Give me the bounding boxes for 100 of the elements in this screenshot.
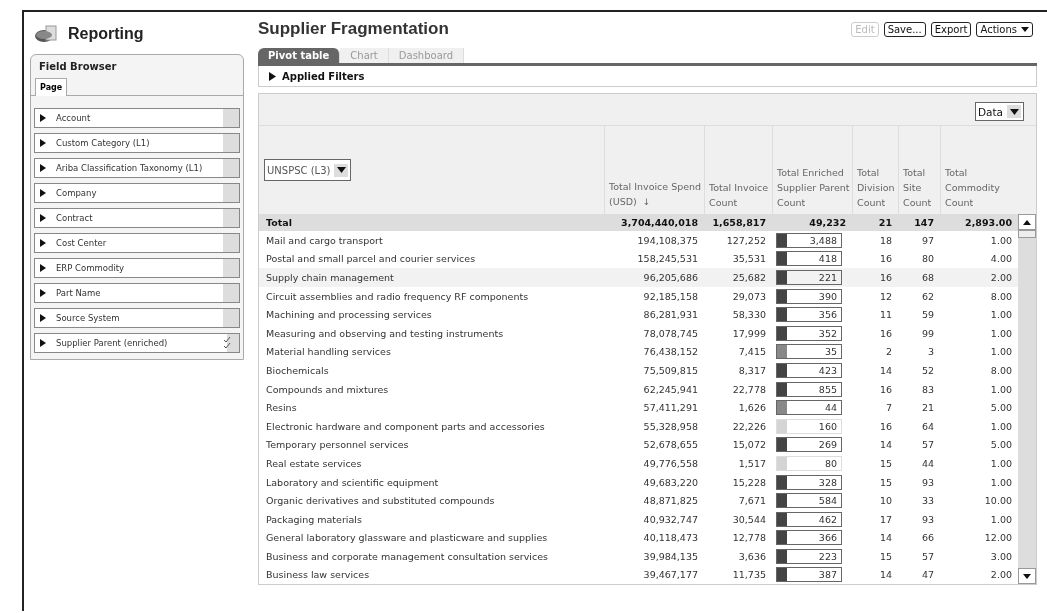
table-row[interactable]: Organic derivatives and substituted compounds 48,871,825 7,671 584 10 33 10.00 <box>259 491 1018 510</box>
column-header[interactable]: Total Site Count <box>903 165 940 210</box>
field-checkbox[interactable] <box>223 234 239 252</box>
row-label[interactable]: General laboratory glassware and plasticware and supplies <box>259 532 604 544</box>
row-label[interactable]: Business law services <box>259 569 604 581</box>
row-label[interactable]: Mail and cargo transport <box>259 234 604 246</box>
table-cell: 14 <box>879 439 892 451</box>
row-label[interactable]: Circuit assemblies and radio frequency RF components <box>259 290 604 302</box>
row-label[interactable]: Biochemicals <box>259 364 604 376</box>
table-cell: 80 <box>921 253 934 265</box>
row-label[interactable]: Organic derivatives and substituted compounds <box>259 495 604 507</box>
toolbar-button[interactable]: Export <box>930 21 972 37</box>
table-row[interactable]: Resins 57,411,291 1,626 44 7 21 5.00 <box>259 398 1018 417</box>
field-checkbox[interactable] <box>223 209 239 227</box>
scroll-up-button[interactable] <box>1018 214 1036 230</box>
field-checkbox[interactable] <box>223 159 239 177</box>
expand-arrow-icon[interactable] <box>40 314 46 322</box>
table-row[interactable]: Material handling services 76,438,152 7,415 35 2 3 1.00 <box>259 342 1018 362</box>
expand-arrow-icon[interactable] <box>40 164 46 172</box>
row-label[interactable]: Packaging materials <box>259 513 604 525</box>
toolbar-button[interactable]: Save... <box>883 21 926 37</box>
table-row[interactable]: Compounds and mixtures 62,245,941 22,778 855 16 83 1.00 <box>259 379 1018 399</box>
scroll-thumb[interactable] <box>1018 230 1036 238</box>
scrollbar[interactable] <box>1018 214 1036 585</box>
row-label[interactable]: Real estate services <box>259 457 604 469</box>
field-item[interactable]: Supplier Parent (enriched) <box>34 333 240 353</box>
row-label[interactable]: Machining and processing services <box>259 309 604 321</box>
field-checkbox[interactable] <box>223 134 239 152</box>
page-tab[interactable]: Page <box>35 78 68 96</box>
table-row[interactable]: Supply chain management 96,205,686 25,682 221 16 68 2.00 <box>259 268 1018 287</box>
expand-arrow-icon[interactable] <box>40 114 46 122</box>
field-item[interactable]: Cost Center <box>34 233 240 253</box>
expand-arrow-icon[interactable] <box>269 71 276 81</box>
table-cell: 62 <box>921 290 934 302</box>
table-cell: 76,438,152 <box>643 346 698 358</box>
table-row[interactable]: Laboratory and scientific equipment 49,683,220 15,228 328 15 93 1.00 <box>259 472 1018 492</box>
table-cell: 22,226 <box>732 420 766 432</box>
table-row[interactable]: Real estate services 49,776,558 1,517 80 15 44 1.00 <box>259 454 1018 473</box>
table-cell-text: 366 <box>817 532 838 544</box>
table-cell: 11 <box>879 309 892 321</box>
field-checkbox[interactable] <box>223 284 239 302</box>
field-label: Account <box>56 113 92 123</box>
expand-arrow-icon[interactable] <box>40 239 46 247</box>
column-header[interactable]: Total Enriched Supplier Parent Count <box>777 165 852 210</box>
field-item[interactable]: Custom Category (L1) <box>34 133 240 153</box>
table-row[interactable]: Mail and cargo transport 194,108,375 127,252 3,488 18 97 1.00 <box>259 231 1018 250</box>
column-header[interactable]: Total Division Count <box>857 165 898 210</box>
expand-arrow-icon[interactable] <box>40 264 46 272</box>
field-item[interactable]: Part Name <box>34 283 240 303</box>
table-row[interactable]: Business and corporate management consultation services 39,984,135 3,636 223 15 57 3.00 <box>259 547 1018 566</box>
table-cell: 93 <box>921 513 934 525</box>
expand-arrow-icon[interactable] <box>40 139 46 147</box>
row-label[interactable]: Compounds and mixtures <box>259 383 604 395</box>
expand-arrow-icon[interactable] <box>40 189 46 197</box>
toolbar-button[interactable]: Actions <box>976 21 1033 37</box>
applied-filters-bar[interactable]: Applied Filters <box>258 66 1037 87</box>
field-item[interactable]: Ariba Classification Taxonomy (L1) <box>34 158 240 178</box>
field-checkbox[interactable] <box>223 184 239 202</box>
table-cell-text: 418 <box>817 253 838 265</box>
table-row[interactable]: Business law services 39,467,177 11,735 387 14 47 2.00 <box>259 565 1018 585</box>
expand-arrow-icon[interactable] <box>40 214 46 222</box>
table-row[interactable]: Electronic hardware and component parts and accessories 55,328,958 22,226 160 16 64 1.00 <box>259 416 1018 436</box>
table-cell: 7,415 <box>738 346 766 358</box>
field-item[interactable]: Source System <box>34 308 240 328</box>
column-header[interactable]: Total Invoice Spend (USD) ↓ <box>609 179 704 210</box>
table-row[interactable]: Biochemicals 75,509,815 8,317 423 14 52 8.00 <box>259 361 1018 380</box>
field-item[interactable]: Account <box>34 108 240 128</box>
row-label[interactable]: Material handling services <box>259 346 604 358</box>
expand-arrow-icon[interactable] <box>40 339 46 347</box>
table-row[interactable]: Packaging materials 40,932,747 30,544 462 17 93 1.00 <box>259 509 1018 529</box>
table-row[interactable]: Circuit assemblies and radio frequency RF components 92,185,158 29,073 390 12 62 8.00 <box>259 286 1018 306</box>
field-item[interactable]: Company <box>34 183 240 203</box>
field-item[interactable]: ERP Commodity <box>34 258 240 278</box>
field-checkbox[interactable] <box>223 259 239 277</box>
table-cell: 8,317 <box>738 364 766 376</box>
view-tab[interactable]: Pivot table <box>258 48 341 63</box>
row-label[interactable]: Postal and small parcel and courier services <box>259 253 604 265</box>
report-icon <box>34 24 58 44</box>
row-label[interactable]: Business and corporate management consultation services <box>259 550 604 562</box>
table-row[interactable]: Postal and small parcel and courier services 158,245,531 35,531 418 16 80 4.00 <box>259 249 1018 269</box>
table-row[interactable]: Measuring and observing and testing instruments 78,078,745 17,999 352 16 99 1.00 <box>259 323 1018 343</box>
row-label[interactable]: Measuring and observing and testing instruments <box>259 327 604 339</box>
table-row[interactable]: General laboratory glassware and plasticware and supplies 40,118,473 12,778 366 14 66 12.00 <box>259 528 1018 548</box>
column-header[interactable]: Total Commodity Count <box>945 165 1018 210</box>
data-dropdown[interactable]: Data <box>974 102 1024 121</box>
field-checkbox[interactable] <box>223 109 239 127</box>
expand-arrow-icon[interactable] <box>40 289 46 297</box>
report-title: Supplier Fragmentation <box>258 19 449 39</box>
scroll-down-button[interactable] <box>1018 568 1036 585</box>
column-header[interactable]: Total Invoice Count <box>709 180 772 210</box>
row-label[interactable]: Temporary personnel services <box>259 439 604 451</box>
field-checkbox[interactable] <box>223 309 239 327</box>
row-label[interactable]: Supply chain management <box>259 272 604 283</box>
field-item[interactable]: Contract <box>34 208 240 228</box>
row-label[interactable]: Laboratory and scientific equipment <box>259 476 604 488</box>
row-label[interactable]: Electronic hardware and component parts and accessories <box>259 420 604 432</box>
table-row[interactable]: Machining and processing services 86,281,931 58,330 356 11 59 1.00 <box>259 305 1018 324</box>
row-label[interactable]: Resins <box>259 402 604 414</box>
dimension-dropdown[interactable]: UNSPSC (L3) <box>264 159 352 181</box>
table-row[interactable]: Temporary personnel services 52,678,655 15,072 269 14 57 5.00 <box>259 435 1018 455</box>
